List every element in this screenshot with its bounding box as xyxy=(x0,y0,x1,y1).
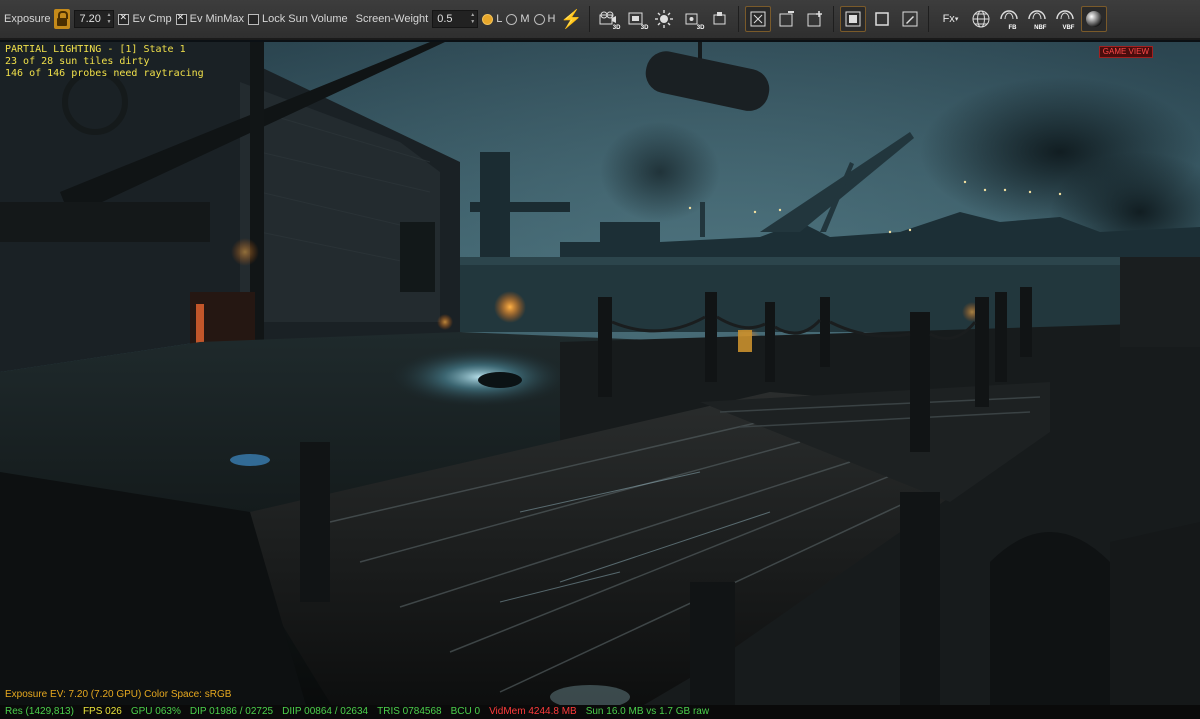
exposure-spinner[interactable]: ▲ ▼ xyxy=(106,12,112,26)
lighting-status-line: PARTIAL LIGHTING - [1] State 1 xyxy=(5,44,186,55)
exposure-input[interactable]: 7.20 ▲ ▼ xyxy=(74,10,115,28)
lighting-status-line: 23 of 28 sun tiles dirty xyxy=(5,56,150,67)
ev-cmp-check[interactable] xyxy=(118,12,130,25)
exposure-lock-icon[interactable] xyxy=(54,9,71,29)
probe-3d-icon[interactable]: 3D xyxy=(680,7,704,31)
quality-radio-l-dot[interactable] xyxy=(482,13,494,25)
stat-dip: DIP 01986 / 02725 xyxy=(189,706,274,717)
light-volume-icon[interactable] xyxy=(708,7,732,31)
nbf-sphere-icon[interactable]: NBF xyxy=(1025,7,1049,31)
exposure-label: Exposure xyxy=(4,13,51,25)
rendered-scene xyxy=(0,42,1200,719)
exposure-value: 7.20 xyxy=(79,13,101,25)
lighting-status-panel: PARTIAL LIGHTING - [1] State 1 23 of 28 … xyxy=(5,44,204,80)
render-3d-icon[interactable]: 3D xyxy=(624,7,648,31)
brush-icon[interactable] xyxy=(898,7,922,31)
stat-diip: DIIP 00864 / 02634 xyxy=(282,706,369,717)
lightning-bolt-icon[interactable]: ⚡ xyxy=(559,7,583,31)
scene-viewport[interactable]: PARTIAL LIGHTING - [1] State 1 23 of 28 … xyxy=(0,42,1200,719)
bounds-toggle-icon[interactable] xyxy=(745,6,772,32)
lock-sun-volume-check[interactable] xyxy=(248,13,260,25)
quality-radio-h-dot[interactable] xyxy=(533,13,545,25)
fb-sphere-icon[interactable]: FB xyxy=(997,7,1021,31)
camera-3d-icon[interactable]: 3D xyxy=(596,7,620,31)
ev-minmax-check[interactable] xyxy=(175,12,187,25)
stat-tris: TRIS 0784568 xyxy=(377,706,442,717)
screen-weight-label: Screen-Weight xyxy=(355,13,429,25)
stat-gpu: GPU 063% xyxy=(130,706,181,717)
render-3d-sub: 3D xyxy=(640,25,649,31)
fb-sub: FB xyxy=(1008,25,1017,31)
exposure-info-line: Exposure EV: 7.20 (7.20 GPU) Color Space… xyxy=(5,689,232,700)
ev-minmax-label: Ev MinMax xyxy=(189,13,245,25)
stat-sun-memory: Sun 16.0 MB vs 1.7 GB raw xyxy=(585,706,710,717)
fx-menu-icon[interactable]: Fx ▾ xyxy=(935,7,965,31)
render-stats-bar: Res (1429,813) FPS 026 GPU 063% DIP 0198… xyxy=(0,705,1200,719)
quality-m-label: M xyxy=(520,13,530,25)
camera-3d-sub: 3D xyxy=(612,25,621,31)
ev-cmp-label: Ev Cmp xyxy=(132,13,172,25)
toolbar-separator xyxy=(738,6,740,32)
lock-sun-volume-checkbox[interactable]: Lock Sun Volume xyxy=(248,13,348,25)
quality-radio-m-dot[interactable] xyxy=(506,13,518,25)
quality-radio-h[interactable]: H xyxy=(533,13,556,25)
material-sphere-icon[interactable] xyxy=(1081,6,1108,32)
screen-weight-value: 0.5 xyxy=(437,13,453,25)
toolbar-separator xyxy=(833,6,835,32)
sphere-grid-icon[interactable] xyxy=(969,7,993,31)
stat-fps: FPS 026 xyxy=(82,706,122,717)
remove-tile-icon[interactable] xyxy=(775,7,799,31)
ev-minmax-checkbox[interactable]: Ev MinMax xyxy=(175,12,245,25)
toolbar-separator xyxy=(589,6,591,32)
view-3d-toggle-icon[interactable] xyxy=(840,6,867,32)
vbf-sub: VBF xyxy=(1062,25,1075,31)
quality-radio-m[interactable]: M xyxy=(506,13,530,25)
lock-sun-volume-label: Lock Sun Volume xyxy=(262,13,348,25)
quality-l-label: L xyxy=(496,13,503,25)
quality-h-label: H xyxy=(547,13,556,25)
game-view-badge: GAME VIEW xyxy=(1098,46,1153,58)
fx-label: Fx xyxy=(942,13,955,25)
ev-cmp-checkbox[interactable]: Ev Cmp xyxy=(118,12,172,25)
add-tile-icon[interactable] xyxy=(803,7,827,31)
stat-bcu: BCU 0 xyxy=(450,706,481,717)
stat-vidmem: VidMem 4244.8 MB xyxy=(489,706,577,717)
probe-3d-sub: 3D xyxy=(696,25,705,31)
quality-radio-l[interactable]: L xyxy=(482,13,502,25)
editor-toolbar: Exposure 7.20 ▲▼ Ev Cmp Ev MinMax Lock S… xyxy=(0,0,1200,40)
stat-resolution: Res (1429,813) xyxy=(5,706,74,717)
sun-light-icon[interactable] xyxy=(652,7,676,31)
vbf-sphere-icon[interactable]: VBF xyxy=(1053,7,1077,31)
lighting-status-line: 146 of 146 probes need raytracing xyxy=(5,68,204,79)
screen-weight-spinner[interactable]: ▲ ▼ xyxy=(470,12,476,26)
nbf-sub: NBF xyxy=(1034,25,1047,31)
screen-weight-input[interactable]: 0.5 ▲ ▼ xyxy=(432,10,479,28)
frame-icon[interactable] xyxy=(870,7,894,31)
toolbar-separator xyxy=(928,6,930,32)
